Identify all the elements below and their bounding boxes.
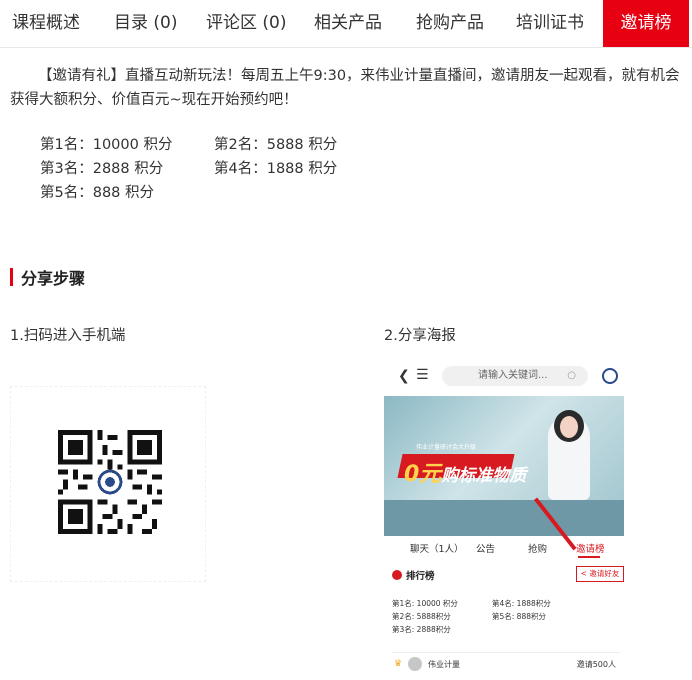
phone-tab-notice: 公告 [476, 544, 496, 555]
tab-bar: 课程概述 目录 (0) 评论区 (0) 相关产品 抢购产品 培训证书 邀请榜 [0, 0, 692, 48]
phone-tab-flash: 抢购 [528, 544, 548, 555]
tab-comments[interactable]: 评论区 (0) [206, 0, 286, 47]
phone-rank-line-3: 第3名: 2888积分 [392, 625, 451, 634]
phone-tab-bar: 聊天（1人） 公告 抢购 邀请榜 [384, 536, 624, 560]
section-title: 分享步骤 [21, 269, 86, 288]
phone-rank-line-1: 第1名: 10000 积分 [392, 599, 458, 608]
tab-certificate[interactable]: 培训证书 [516, 0, 584, 47]
rank-item-2: 第2名：5888 积分 [214, 137, 338, 153]
phone-rank-title: 排行榜 [406, 571, 435, 582]
step-1-label: 1.扫码进入手机端 [10, 328, 126, 344]
banner-headline-text: 购标准物质 [441, 466, 527, 486]
phone-search-placeholder: 请输入关键词... [478, 370, 548, 381]
crown-icon: ♛ [394, 659, 403, 669]
tab-course-overview[interactable]: 课程概述 [12, 0, 80, 47]
list-menu-icon: ☰ [416, 367, 429, 383]
banner-subtitle: 伟业计量研讨会大升级 [416, 444, 477, 451]
tab-catalog[interactable]: 目录 (0) [114, 0, 177, 47]
poster-phone-mockup: ❮ ☰ 请输入关键词... ○ 伟业计量研讨会大升级 0元购标准物质 聊天（1人… [384, 356, 624, 680]
phone-search-field: 请输入关键词... ○ [442, 366, 588, 386]
phone-rank-line-5: 第5名: 888积分 [492, 612, 546, 621]
ranking-icon [392, 570, 402, 580]
banner-headline-price: 0元 [404, 462, 442, 487]
banner-person-face [560, 416, 578, 438]
banner-bottom-stripe [384, 500, 624, 536]
rank-item-3: 第3名：2888 积分 [40, 161, 164, 177]
section-accent-bar [10, 268, 13, 286]
phone-user-row: ♛ 伟业计量 邀请500人 [392, 652, 620, 672]
search-icon: ○ [567, 370, 576, 381]
phone-tab-chat: 聊天（1人） [410, 544, 464, 555]
chevron-left-icon: ❮ [398, 368, 410, 384]
step-2-label: 2.分享海报 [384, 328, 456, 344]
phone-rank-line-4: 第4名: 1888积分 [492, 599, 551, 608]
tab-invite-ranking[interactable]: 邀请榜 [603, 0, 689, 47]
phone-user-name: 伟业计量 [428, 660, 460, 669]
qr-code-image [58, 430, 162, 534]
phone-rank-header: 排行榜 [392, 568, 435, 582]
rank-item-4: 第4名：1888 积分 [214, 161, 338, 177]
phone-tab-underline [578, 556, 600, 558]
brand-logo-icon [602, 368, 618, 384]
avatar [408, 657, 422, 671]
phone-invite-friends-button: < 邀请好友 [576, 566, 624, 582]
phone-banner-image: 伟业计量研讨会大升级 0元购标准物质 [384, 396, 624, 551]
rank-item-1: 第1名：10000 积分 [40, 137, 173, 153]
phone-tab-invite: 邀请榜 [576, 544, 605, 555]
intro-text: 【邀请有礼】直播互动新玩法！每周五上午9:30，来伟业计量直播间，邀请朋友一起观… [10, 68, 680, 108]
share-icon: < [580, 569, 587, 578]
phone-top-bar: ❮ ☰ 请输入关键词... ○ [384, 356, 624, 396]
phone-rank-line-2: 第2名: 5888积分 [392, 612, 451, 621]
tab-flash-sale[interactable]: 抢购产品 [416, 0, 484, 47]
section-header: 分享步骤 [10, 266, 85, 288]
rank-item-5: 第5名：888 积分 [40, 185, 155, 201]
phone-user-invite-count: 邀请500人 [576, 660, 616, 669]
banner-headline: 0元购标准物质 [404, 456, 526, 488]
phone-invite-label: 邀请好友 [589, 569, 620, 578]
tab-related-products[interactable]: 相关产品 [314, 0, 382, 47]
